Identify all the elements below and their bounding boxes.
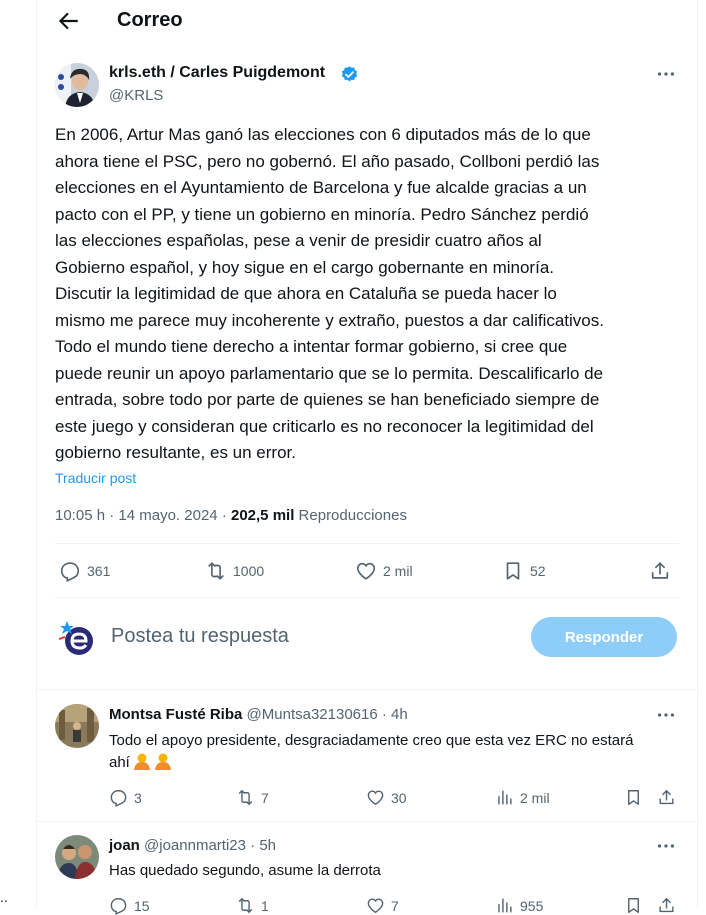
comment-like-button[interactable]: 7 [366, 896, 399, 915]
person-emoji-icon [133, 753, 150, 770]
comment-time[interactable]: 4h [391, 706, 408, 723]
comment-share-button[interactable] [657, 896, 682, 915]
comment-views-button[interactable]: 2 mil [495, 788, 550, 807]
comment-repost-count: 7 [261, 789, 269, 806]
comment-author-handle[interactable]: @Muntsa32130616 [247, 706, 378, 723]
share-icon [659, 790, 674, 805]
comment-reply-count: 15 [134, 897, 150, 914]
divider [37, 821, 697, 822]
reply-icon [60, 562, 80, 582]
reply-button[interactable]: 361 [59, 560, 110, 582]
repost-icon [238, 898, 253, 913]
divider [55, 597, 679, 598]
comment-avatar[interactable] [55, 704, 99, 748]
comment-bookmark-button[interactable] [624, 896, 649, 915]
comment-author-name[interactable]: joan [109, 837, 140, 854]
comment-avatar[interactable] [55, 835, 99, 879]
post-time[interactable]: 10:05 h [55, 507, 105, 524]
comment-text-block: Todo el apoyo presidente, desgraciadamen… [109, 730, 649, 774]
reply-submit-button[interactable]: Responder [531, 617, 677, 657]
author-avatar[interactable] [55, 63, 99, 107]
more-options-icon[interactable] [655, 704, 677, 726]
post-detail-column: Correo krls.eth / Carles Puigdemont @KRL… [36, 0, 698, 915]
comment-author-name[interactable]: Montsa Fusté Riba [109, 706, 242, 723]
comment-header: Montsa Fusté Riba @Muntsa32130616 · 4h [109, 706, 408, 723]
views-icon [498, 790, 512, 805]
post-text: En 2006, Artur Mas ganó las elecciones c… [55, 125, 604, 462]
comment-reply-button[interactable]: 15 [109, 896, 150, 915]
post-meta: 10:05 h · 14 mayo. 2024 · 202,5 mil Repr… [55, 507, 407, 524]
repost-button[interactable]: 1000 [205, 560, 264, 582]
like-icon [356, 562, 376, 580]
like-icon [367, 790, 384, 806]
views-count: 202,5 mil [230, 507, 295, 524]
comment-views-count: 2 mil [520, 789, 550, 806]
comment-like-button[interactable]: 30 [366, 788, 407, 807]
repost-icon [208, 562, 224, 580]
reply-icon [110, 898, 127, 915]
back-arrow-icon[interactable] [55, 8, 81, 34]
repost-icon [238, 790, 253, 805]
bookmark-button[interactable]: 52 [502, 560, 546, 582]
avatar-image [55, 704, 99, 748]
share-icon [651, 562, 669, 579]
comment-text: Todo el apoyo presidente, desgraciadamen… [109, 732, 634, 771]
more-options-icon[interactable] [655, 835, 677, 857]
comment-like-count: 7 [391, 897, 399, 914]
more-options-icon[interactable] [655, 63, 677, 85]
comment-header: joan @joannmarti23 · 5h [109, 837, 276, 854]
views-label: Reproducciones [298, 507, 407, 524]
repost-count: 1000 [233, 563, 265, 579]
comment-repost-count: 1 [261, 897, 269, 914]
person-emoji-icon [154, 753, 171, 770]
user-logo-icon[interactable] [59, 617, 97, 657]
reply-input[interactable]: Postea tu respuesta [111, 625, 289, 648]
like-icon [367, 898, 384, 914]
translate-post-link[interactable]: Traducir post [55, 470, 136, 486]
comment-repost-button[interactable]: 7 [236, 788, 269, 807]
divider [55, 543, 679, 544]
meta-separator: · [221, 507, 227, 524]
comment-repost-button[interactable]: 1 [236, 896, 269, 915]
bookmark-count: 52 [530, 563, 546, 579]
page-title: Correo [117, 9, 183, 31]
comment-text: Has quedado segundo, asume la derrota [109, 862, 381, 879]
share-button[interactable] [649, 560, 677, 582]
top-bar: Correo [37, 0, 697, 42]
bookmark-icon [628, 790, 639, 805]
divider [37, 689, 697, 690]
bookmark-icon [506, 562, 520, 580]
comment-like-count: 30 [391, 789, 407, 806]
comment-views-count: 955 [520, 897, 544, 914]
comment-separator: · [250, 837, 256, 854]
comment-author-handle[interactable]: @joannmarti23 [144, 837, 246, 854]
comment-separator: · [381, 706, 387, 723]
reply-count: 361 [87, 563, 111, 579]
like-count: 2 mil [383, 563, 413, 579]
comment-time[interactable]: 5h [259, 837, 276, 854]
views-icon [498, 898, 512, 913]
avatar-image [55, 835, 99, 879]
verified-badge-icon [341, 66, 358, 82]
comment-views-button[interactable]: 955 [495, 896, 543, 915]
left-edge-dots: .. [0, 889, 8, 905]
post-date[interactable]: 14 mayo. 2024 [118, 507, 217, 524]
comment-reply-button[interactable]: 3 [109, 788, 142, 807]
author-name[interactable]: krls.eth / Carles Puigdemont [109, 64, 325, 82]
comment-reply-count: 3 [134, 789, 142, 806]
comment-share-button[interactable] [657, 788, 682, 807]
like-button[interactable]: 2 mil [355, 560, 413, 582]
meta-separator: · [109, 507, 115, 524]
author-handle[interactable]: @KRLS [109, 87, 163, 104]
comment-bookmark-button[interactable] [624, 788, 649, 807]
reply-icon [110, 790, 127, 807]
share-icon [659, 898, 674, 913]
avatar-image [55, 63, 99, 107]
bookmark-icon [628, 898, 639, 913]
